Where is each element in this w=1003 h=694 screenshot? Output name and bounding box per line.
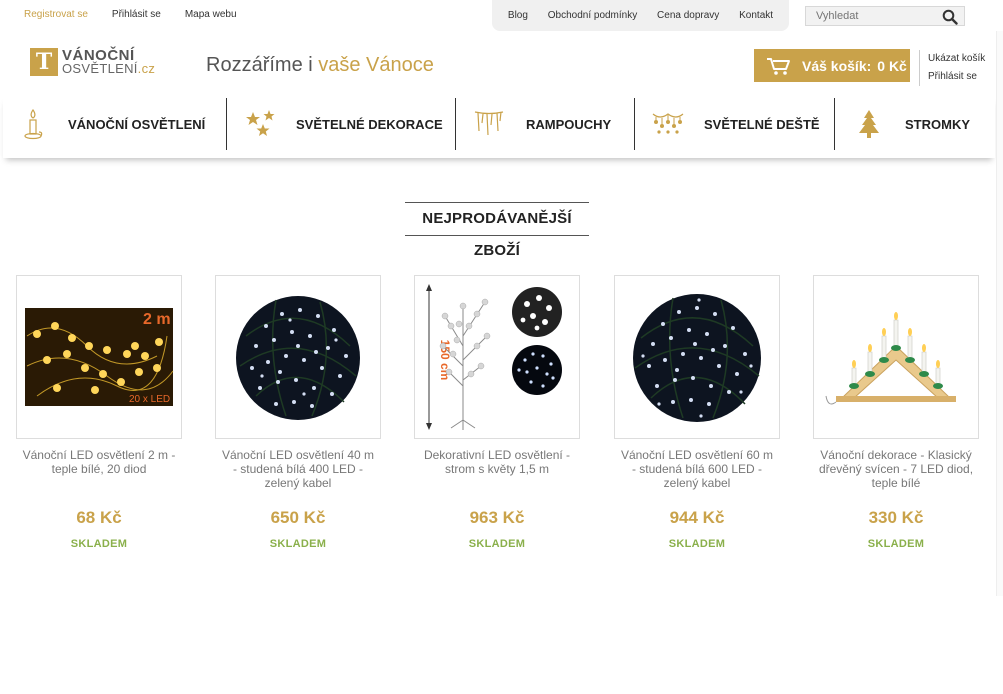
show-cart-link[interactable]: Ukázat košík [919,50,985,68]
cart-value: 0 Kč [877,57,907,74]
sitemap-link[interactable]: Mapa webu [185,9,237,20]
product-name[interactable]: Vánoční LED osvětlení 2 m - teple bílé, … [16,448,182,490]
search-icon[interactable] [942,9,958,25]
terms-link[interactable]: Obchodní podmínky [548,10,638,21]
candle-icon [24,108,43,140]
product-image-label: 2 m [143,311,171,328]
section-title: NEJPRODÁVANĚJŠÍ ZBOŽÍ [405,202,589,259]
nav-item-trees[interactable]: STROMKY [835,98,995,150]
account-links: Registrovat se Přihlásit se Mapa webu [24,9,237,20]
contact-link[interactable]: Kontakt [739,10,773,21]
header-login-link[interactable]: Přihlásit se [919,68,985,86]
logo-mark: T [30,48,58,76]
nav-label: RAMPOUCHY [526,116,612,132]
nav-item-christmas-lighting[interactable]: VÁNOČNÍ OSVĚTLENÍ [3,98,227,150]
product-card: Vánoční LED osvětlení 60 m - studená bíl… [614,275,780,550]
search-input[interactable] [806,10,936,22]
product-name[interactable]: Vánoční LED osvětlení 60 m - studená bíl… [614,448,780,490]
category-nav: VÁNOČNÍ OSVĚTLENÍ SVĚTELNÉ DEKORACE RAMP… [3,96,995,158]
nav-item-light-rain[interactable]: SVĚTELNÉ DEŠTĚ [635,98,835,150]
product-name[interactable]: Vánoční LED osvětlení 40 m - studená bíl… [215,448,381,490]
light-rain-icon [652,113,684,134]
icicles-icon [474,111,504,136]
blog-link[interactable]: Blog [508,10,528,21]
product-price: 68 Kč [76,508,122,527]
nav-label: VÁNOČNÍ OSVĚTLENÍ [68,116,206,132]
product-name[interactable]: Vánoční dekorace - Klasický dřevěný svíc… [813,448,979,490]
cart-links: Ukázat košík Přihlásit se [919,50,985,86]
product-image[interactable] [813,275,979,439]
tree-icon [859,110,879,138]
nav-label: SVĚTELNÉ DEŠTĚ [704,116,820,132]
product-price: 650 Kč [270,508,326,527]
nav-label: STROMKY [905,116,970,132]
product-card: Vánoční LED osvětlení 40 m - studená bíl… [215,275,381,550]
product-card: 2 m 20 x LED Vánoční LED osvětlení 2 m -… [16,275,182,550]
product-image[interactable] [215,275,381,439]
nav-item-light-decorations[interactable]: SVĚTELNÉ DEKORACE [227,98,456,150]
site-logo[interactable]: T VÁNOČNÍ OSVĚTLENÍ.cz [30,48,155,76]
nav-label: SVĚTELNÉ DEKORACE [296,116,443,132]
logo-tld: .cz [137,61,156,76]
product-price: 944 Kč [669,508,725,527]
product-price: 963 Kč [469,508,525,527]
top-bar: Registrovat se Přihlásit se Mapa webu Bl… [0,0,1003,31]
stock-status: SKLADEM [468,538,526,550]
login-link[interactable]: Přihlásit se [112,9,161,20]
stock-status: SKLADEM [70,538,128,550]
stock-status: SKLADEM [668,538,726,550]
product-image[interactable]: 2 m 20 x LED [16,275,182,439]
stock-status: SKLADEM [269,538,327,550]
product-image[interactable] [614,275,780,439]
info-links: Blog Obchodní podmínky Cena dopravy Kont… [492,0,789,31]
scrollbar[interactable] [996,31,1003,596]
slogan: Rozzáříme i vaše Vánoce [206,54,434,76]
product-price: 330 Kč [868,508,924,527]
logo-line2: OSVĚTLENÍ [62,61,138,76]
stock-status: SKLADEM [867,538,925,550]
product-card: Vánoční dekorace - Klasický dřevěný svíc… [813,275,979,550]
product-image-label2: 20 x LED [129,394,170,405]
shipping-price-link[interactable]: Cena dopravy [657,10,719,21]
product-image[interactable]: 150 cm [414,275,580,439]
stars-icon [246,110,275,136]
product-name[interactable]: Dekorativní LED osvětlení - strom s květ… [414,448,580,490]
cart-icon [767,57,790,75]
cart-label: Váš košík: [802,57,872,74]
nav-item-icicles[interactable]: RAMPOUCHY [456,98,635,150]
product-card: 150 cm Dekorativní LED osvětlení - strom… [414,275,580,550]
register-link[interactable]: Registrovat se [24,9,88,20]
cart-button[interactable]: Váš košík: 0 Kč [754,49,910,82]
search-box [805,6,965,26]
